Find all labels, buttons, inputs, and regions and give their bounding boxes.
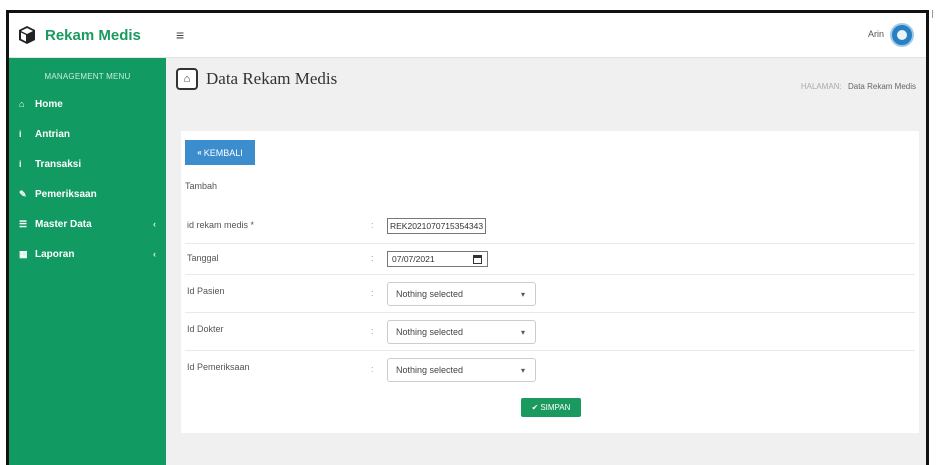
form-row-id-dokter: Id Dokter : Nothing selected ▾ bbox=[185, 312, 915, 350]
sidebar-item-pemeriksaan[interactable]: ✎ Pemeriksaan bbox=[9, 179, 166, 209]
hamburger-menu-icon[interactable]: ≡ bbox=[176, 27, 184, 43]
field-label: id rekam medis * bbox=[187, 220, 255, 230]
select-value: Nothing selected bbox=[396, 365, 464, 375]
main-content: ⌂ Data Rekam Medis HALAMAN: Data Rekam M… bbox=[166, 58, 926, 465]
sidebar-item-label: Antrian bbox=[35, 128, 70, 140]
save-button-label: SIMPAN bbox=[540, 403, 571, 412]
user-name[interactable]: Arin bbox=[868, 29, 884, 39]
id-dokter-select[interactable]: Nothing selected ▾ bbox=[387, 320, 536, 344]
field-label: Tanggal bbox=[187, 253, 219, 263]
home-icon: ⌂ bbox=[19, 99, 25, 109]
field-label: Id Pemeriksaan bbox=[187, 362, 250, 372]
back-button-label: KEMBALI bbox=[203, 147, 243, 158]
check-icon: ✔ bbox=[531, 403, 539, 412]
sidebar-item-label: Pemeriksaan bbox=[35, 188, 97, 200]
field-colon: : bbox=[371, 220, 374, 230]
breadcrumb-current[interactable]: Data Rekam Medis bbox=[848, 82, 916, 91]
info-icon: i bbox=[19, 159, 22, 169]
sidebar-item-label: Transaksi bbox=[35, 158, 82, 170]
breadcrumb-label: HALAMAN: bbox=[800, 82, 842, 91]
field-label: Id Pasien bbox=[187, 286, 225, 296]
cube-icon bbox=[17, 25, 37, 45]
page-header: ⌂ Data Rekam Medis bbox=[176, 68, 337, 90]
sidebar-item-master-data[interactable]: ☰ Master Data ‹ bbox=[9, 209, 166, 239]
brand-name: Rekam Medis bbox=[45, 26, 141, 44]
menu-header: MANAGEMENT MENU bbox=[44, 72, 131, 81]
app-window: Rekam Medis MANAGEMENT MENU ⌂ Home i Ant… bbox=[6, 10, 929, 465]
caret-down-icon: ▾ bbox=[520, 366, 525, 375]
page-title: Data Rekam Medis bbox=[206, 69, 338, 88]
database-icon: ☰ bbox=[19, 218, 28, 229]
avatar[interactable] bbox=[890, 23, 914, 47]
chevron-left-icon: ‹ bbox=[153, 249, 156, 259]
home-icon: ⌂ bbox=[176, 68, 198, 90]
field-colon: : bbox=[371, 253, 374, 263]
sidebar-item-transaksi[interactable]: i Transaksi bbox=[9, 149, 166, 179]
brand[interactable]: Rekam Medis bbox=[9, 13, 166, 58]
info-icon: i bbox=[19, 129, 22, 139]
sidebar-item-label: Laporan bbox=[35, 248, 75, 260]
tanggal-value: 07/07/2021 bbox=[392, 254, 435, 264]
scrollbar[interactable] bbox=[932, 10, 935, 18]
calendar-icon[interactable] bbox=[473, 255, 482, 264]
breadcrumb: HALAMAN: Data Rekam Medis bbox=[801, 82, 916, 91]
save-button[interactable]: ✔ SIMPAN bbox=[521, 398, 581, 417]
form-box: « KEMBALI Tambah id rekam medis * : Tang… bbox=[181, 131, 919, 433]
form-row-id-pasien: Id Pasien : Nothing selected ▾ bbox=[185, 274, 915, 312]
chevron-left-icon: ‹ bbox=[153, 219, 156, 229]
tanggal-date-input[interactable]: 07/07/2021 bbox=[387, 251, 488, 267]
form-row-id-rekam-medis: id rekam medis * : bbox=[185, 209, 915, 243]
topbar: ≡ Arin bbox=[166, 13, 926, 58]
back-button[interactable]: « KEMBALI bbox=[185, 140, 255, 165]
select-value: Nothing selected bbox=[396, 289, 464, 299]
field-colon: : bbox=[371, 364, 374, 374]
form-row-id-pemeriksaan: Id Pemeriksaan : Nothing selected ▾ bbox=[185, 350, 915, 388]
sidebar: Rekam Medis MANAGEMENT MENU ⌂ Home i Ant… bbox=[9, 13, 166, 465]
field-colon: : bbox=[371, 326, 374, 336]
calendar-icon: ▦ bbox=[19, 248, 28, 259]
double-chevron-left-icon: « bbox=[197, 148, 202, 157]
caret-down-icon: ▾ bbox=[520, 328, 525, 337]
field-colon: : bbox=[371, 288, 374, 298]
id-pemeriksaan-select[interactable]: Nothing selected ▾ bbox=[387, 358, 536, 382]
sidebar-item-laporan[interactable]: ▦ Laporan ‹ bbox=[9, 239, 166, 269]
sidebar-item-home[interactable]: ⌂ Home bbox=[9, 89, 166, 119]
sidebar-item-label: Home bbox=[35, 98, 63, 110]
caret-down-icon: ▾ bbox=[520, 290, 525, 299]
form-heading: Tambah bbox=[185, 181, 218, 191]
sidebar-item-antrian[interactable]: i Antrian bbox=[9, 119, 166, 149]
id-pasien-select[interactable]: Nothing selected ▾ bbox=[387, 282, 536, 306]
field-label: Id Dokter bbox=[187, 324, 224, 334]
form-row-tanggal: Tanggal : 07/07/2021 bbox=[185, 243, 915, 274]
edit-icon: ✎ bbox=[19, 188, 27, 199]
id-rekam-medis-input[interactable] bbox=[387, 218, 486, 234]
select-value: Nothing selected bbox=[396, 327, 464, 337]
sidebar-item-label: Master Data bbox=[35, 218, 92, 230]
